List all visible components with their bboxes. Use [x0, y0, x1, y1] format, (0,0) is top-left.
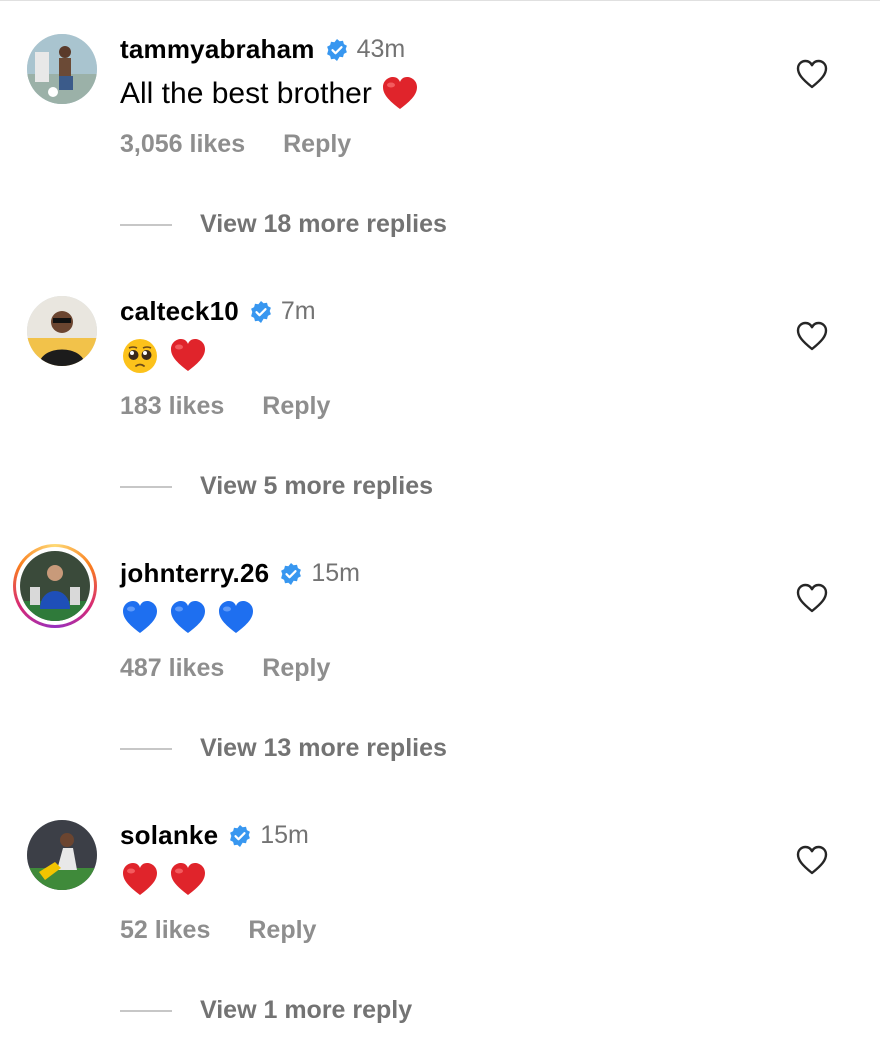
reply-button[interactable]: Reply [283, 130, 351, 159]
view-replies-label[interactable]: View 1 more reply [200, 996, 412, 1025]
likes-count[interactable]: 487 likes [120, 654, 224, 683]
likes-count[interactable]: 52 likes [120, 916, 210, 945]
timestamp: 7m [280, 297, 316, 325]
verified-badge-icon [279, 562, 303, 586]
view-replies-button[interactable]: View 13 more replies [120, 734, 447, 763]
view-replies-label[interactable]: View 13 more replies [200, 734, 447, 763]
comment-header: calteck10 7m [120, 296, 316, 327]
timestamp: 15m [260, 821, 309, 849]
avatar[interactable] [27, 820, 97, 890]
avatar[interactable] [20, 551, 90, 621]
heart-outline-icon[interactable] [795, 58, 829, 90]
reply-button[interactable]: Reply [248, 916, 316, 945]
verified-badge-icon [249, 300, 273, 324]
replies-divider [120, 223, 172, 226]
comment-meta: 183 likes Reply [120, 392, 330, 421]
comment-text [120, 598, 256, 638]
likes-count[interactable]: 3,056 likes [120, 130, 245, 159]
comment-item: tammyabraham 43m All the best brother 3,… [0, 0, 880, 262]
blue-heart-emoji-icon [120, 598, 160, 638]
username[interactable]: johnterry.26 [120, 558, 269, 589]
reply-button[interactable]: Reply [262, 392, 330, 421]
avatar[interactable] [27, 296, 97, 366]
username[interactable]: tammyabraham [120, 34, 315, 65]
likes-count[interactable]: 183 likes [120, 392, 224, 421]
heart-outline-icon[interactable] [795, 844, 829, 876]
verified-badge-icon [325, 38, 349, 62]
blue-heart-emoji-icon [168, 598, 208, 638]
comment-header: johnterry.26 15m [120, 558, 360, 589]
comment-text [120, 336, 208, 376]
heart-outline-icon[interactable] [795, 582, 829, 614]
comment-meta: 52 likes Reply [120, 916, 316, 945]
replies-divider [120, 1009, 172, 1012]
comment-text: All the best brother [120, 74, 420, 114]
replies-divider [120, 485, 172, 488]
red-heart-emoji-icon [120, 860, 160, 900]
red-heart-emoji-icon [168, 860, 208, 900]
comment-body: All the best brother [120, 77, 372, 110]
timestamp: 43m [356, 35, 406, 63]
comment-item: solanke 15m 52 likes Reply View 1 more r… [0, 786, 880, 1048]
comment-meta: 487 likes Reply [120, 654, 330, 683]
view-replies-button[interactable]: View 1 more reply [120, 996, 412, 1025]
comment-item: calteck10 7m 183 likes Reply View 5 more… [0, 262, 880, 524]
view-replies-button[interactable]: View 18 more replies [120, 210, 447, 239]
username[interactable]: solanke [120, 820, 218, 851]
verified-badge-icon [228, 824, 252, 848]
pleading-face-emoji-icon [120, 336, 160, 376]
red-heart-emoji-icon [168, 336, 208, 376]
comment-item: johnterry.26 15m 487 likes Reply View 13… [0, 524, 880, 786]
comment-text [120, 860, 208, 900]
red-heart-emoji-icon [380, 74, 420, 114]
view-replies-label[interactable]: View 5 more replies [200, 472, 433, 501]
avatar[interactable] [27, 34, 97, 104]
reply-button[interactable]: Reply [262, 654, 330, 683]
username[interactable]: calteck10 [120, 296, 239, 327]
timestamp: 15m [311, 559, 360, 587]
view-replies-label[interactable]: View 18 more replies [200, 210, 447, 239]
heart-outline-icon[interactable] [795, 320, 829, 352]
comment-header: tammyabraham 43m [120, 34, 405, 65]
comment-header: solanke 15m [120, 820, 309, 851]
story-ring[interactable] [13, 544, 97, 628]
replies-divider [120, 747, 172, 750]
view-replies-button[interactable]: View 5 more replies [120, 472, 433, 501]
blue-heart-emoji-icon [216, 598, 256, 638]
comment-meta: 3,056 likes Reply [120, 130, 351, 159]
